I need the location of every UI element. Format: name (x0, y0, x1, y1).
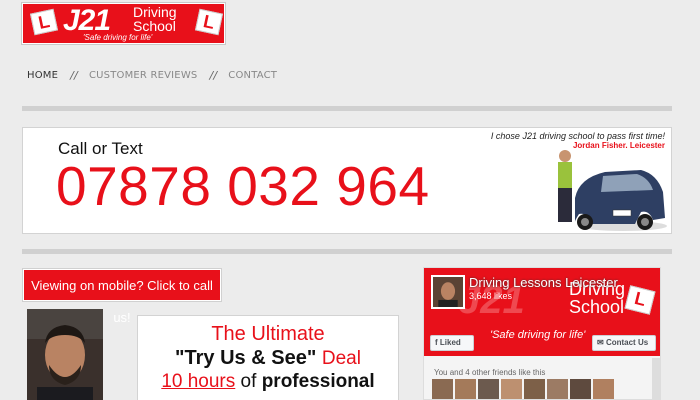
page-profile-photo[interactable] (431, 275, 465, 309)
logo-school-text: Driving School (133, 5, 177, 33)
deal-line1: The Ultimate (211, 323, 325, 345)
deal-professional: professional (261, 371, 375, 392)
deal-word: Deal (321, 348, 361, 369)
facebook-page-name[interactable]: Driving Lessons Leicester (469, 275, 618, 290)
site-logo[interactable]: L J21 Driving School L 'Safe driving for… (21, 2, 226, 45)
facebook-page-widget[interactable]: J21 Driving School L 'Safe driving for l… (423, 267, 661, 400)
facebook-contact-button[interactable]: ✉ Contact Us (592, 335, 656, 351)
call-banner[interactable]: Call or Text 07878 032 964 I chose J21 d… (22, 127, 672, 234)
nav-item-contact[interactable]: Contact (228, 70, 277, 81)
l-plate-icon: L (29, 8, 59, 36)
friend-avatar[interactable] (524, 379, 545, 399)
instructor-photo (27, 309, 103, 400)
l-plate-icon: L (624, 285, 656, 315)
l-plate-icon: L (194, 8, 224, 36)
facebook-cover: J21 Driving School L 'Safe driving for l… (424, 268, 660, 356)
deal-line2: "Try Us & See" Deal (138, 347, 398, 370)
facebook-liked-button[interactable]: f Liked (430, 335, 474, 351)
friend-avatar[interactable] (593, 379, 614, 399)
student-with-car-photo (545, 148, 667, 232)
divider (22, 249, 672, 254)
deal-of: of (240, 371, 257, 392)
nav-item-home[interactable]: Home (27, 70, 58, 81)
friend-avatar[interactable] (478, 379, 499, 399)
main-nav: Home // Customer Reviews // Contact (27, 69, 277, 82)
nav-separator: // (209, 69, 218, 82)
facebook-likes-count: 3,648 likes (469, 291, 513, 301)
widget-scrollbar[interactable] (652, 358, 660, 400)
cover-school-line2: School (569, 297, 625, 317)
mail-icon: ✉ (597, 338, 606, 347)
liked-label: Liked (439, 338, 461, 347)
deal-box: The Ultimate "Try Us & See" Deal 10 hour… (137, 315, 399, 400)
cover-tagline: 'Safe driving for life' (490, 329, 586, 341)
divider (22, 106, 672, 111)
friends-like-text: You and 4 other friends like this (434, 368, 546, 377)
deal-hours: 10 hours (161, 371, 236, 392)
logo-school-line2: School (133, 18, 176, 34)
friends-avatars (432, 379, 614, 399)
deal-line3: 10 hours of professional (138, 371, 398, 393)
mobile-call-button[interactable]: Viewing on mobile? Click to call us! (22, 268, 222, 325)
friend-avatar[interactable] (570, 379, 591, 399)
friend-avatar[interactable] (432, 379, 453, 399)
friend-avatar[interactable] (501, 379, 522, 399)
nav-separator: // (70, 69, 78, 82)
deal-try-us: "Try Us & See" (175, 347, 317, 369)
friend-avatar[interactable] (455, 379, 476, 399)
contact-label: Contact Us (605, 338, 649, 347)
logo-tagline: 'Safe driving for life' (83, 33, 153, 42)
nav-item-customer-reviews[interactable]: Customer Reviews (89, 70, 198, 81)
phone-number[interactable]: 07878 032 964 (56, 154, 430, 218)
testimonial-quote: I chose J21 driving school to pass first… (490, 131, 665, 141)
friend-avatar[interactable] (547, 379, 568, 399)
